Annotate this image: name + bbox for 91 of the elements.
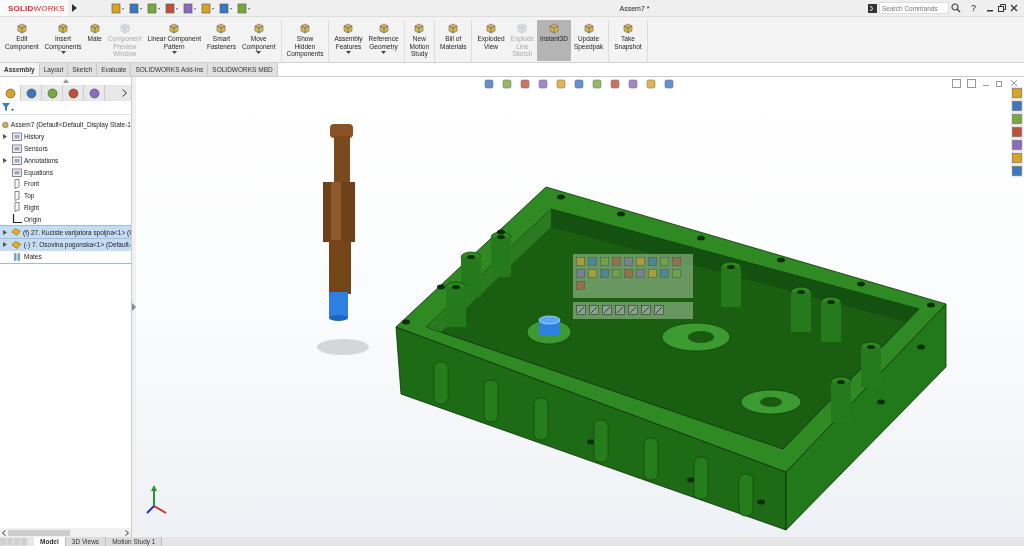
part-icon [10, 227, 21, 238]
window-tile-icon[interactable] [967, 79, 976, 88]
view-tool-icon[interactable] [484, 79, 497, 90]
caret-icon[interactable] [256, 51, 262, 55]
view-tool-icon[interactable] [538, 79, 551, 90]
view-tool-icon[interactable] [520, 79, 533, 90]
mate-icon[interactable] [589, 305, 599, 315]
manager-icon [46, 87, 58, 99]
caret-icon[interactable] [60, 51, 66, 55]
filter-icon[interactable] [2, 103, 14, 112]
part-icon [11, 239, 22, 250]
folder-icon [12, 144, 22, 153]
mate-icon[interactable] [576, 305, 586, 315]
caret-icon[interactable] [346, 51, 351, 55]
view-tool-icon[interactable] [556, 79, 569, 90]
scroll-left-icon[interactable] [2, 529, 6, 536]
toolbar-icon[interactable] [129, 2, 143, 14]
cube-icon [516, 22, 529, 34]
folder-icon [12, 167, 22, 177]
plane-icon [12, 202, 22, 213]
cube-icon [15, 22, 28, 34]
view-tool-icon[interactable] [628, 79, 641, 90]
toolbar-icon[interactable] [147, 2, 161, 14]
paperclip-icon [12, 251, 22, 262]
caret-icon[interactable] [171, 51, 177, 55]
cube-icon [118, 22, 131, 34]
help-button[interactable]: ? [971, 3, 976, 13]
housing-drawing[interactable] [395, 186, 947, 531]
shaft-drawing[interactable] [323, 124, 355, 321]
panel-tab[interactable] [0, 85, 21, 101]
cube-icon [88, 22, 101, 34]
view-tool-icon[interactable] [592, 79, 605, 90]
shaft-tip-drawing[interactable] [538, 315, 561, 336]
folder-icon [12, 155, 22, 165]
search-icon[interactable] [951, 3, 961, 13]
shadow-drawing [317, 339, 369, 355]
manager-icon [4, 87, 16, 99]
caret-icon[interactable] [381, 51, 387, 55]
toolbar-icon[interactable] [201, 2, 215, 14]
manager-icon [67, 87, 79, 99]
manager-icon [88, 87, 100, 99]
toolbar-icon[interactable] [183, 2, 197, 14]
plane-icon [12, 178, 22, 189]
toolbar-icon[interactable] [237, 2, 251, 14]
cube-icon [377, 22, 390, 34]
cube-icon [342, 22, 355, 34]
cube-icon [485, 22, 497, 34]
mate-icon[interactable] [615, 305, 625, 315]
view-tool-icon[interactable] [646, 79, 659, 90]
cube-icon [621, 22, 634, 34]
command-icon [868, 3, 877, 13]
mate-icon[interactable] [602, 305, 612, 315]
scrollbar-thumb[interactable] [8, 529, 70, 536]
cube-icon [298, 22, 311, 34]
cube-icon [57, 22, 70, 34]
collapse-handle-icon[interactable] [62, 79, 69, 83]
mate-icon[interactable] [628, 305, 638, 315]
mate-icon[interactable] [641, 305, 651, 315]
cube-icon [252, 22, 265, 34]
mate-icon[interactable] [654, 305, 664, 315]
view-tool-icon[interactable] [574, 79, 587, 90]
expand-arrow-icon[interactable] [3, 157, 7, 163]
assembly-icon [2, 119, 9, 130]
toolbar-icon[interactable] [219, 2, 233, 14]
view-tool-icon[interactable] [610, 79, 623, 90]
cube-icon [168, 22, 181, 34]
manager-icon [25, 87, 37, 99]
view-tool-icon[interactable] [664, 79, 677, 90]
cube-icon [215, 22, 228, 34]
cube-icon [413, 22, 426, 34]
expand-arrow-icon[interactable] [3, 229, 7, 235]
axis-triad-icon [146, 485, 167, 514]
expand-arrow-icon[interactable] [3, 242, 7, 248]
cube-icon [582, 22, 595, 34]
cube-icon [447, 22, 460, 34]
app-logo: SOLIDWORKS [8, 3, 65, 13]
chevron-right-icon[interactable] [122, 89, 127, 97]
graphics-area[interactable] [136, 77, 1024, 537]
toolbar-icon[interactable] [165, 2, 179, 14]
view-tool-icon[interactable] [502, 79, 515, 90]
toolbar-icon[interactable] [111, 2, 125, 14]
expand-arrow-icon[interactable] [72, 4, 77, 12]
expand-arrow-icon[interactable] [3, 134, 7, 140]
plane-icon [12, 190, 22, 201]
restore-icon[interactable] [998, 4, 1006, 12]
cube-icon [548, 22, 560, 34]
scroll-right-icon[interactable] [125, 529, 129, 536]
origin-icon [12, 214, 22, 225]
folder-icon [12, 132, 22, 142]
window-tile-icon[interactable] [952, 79, 961, 88]
close-icon[interactable] [1010, 4, 1018, 12]
